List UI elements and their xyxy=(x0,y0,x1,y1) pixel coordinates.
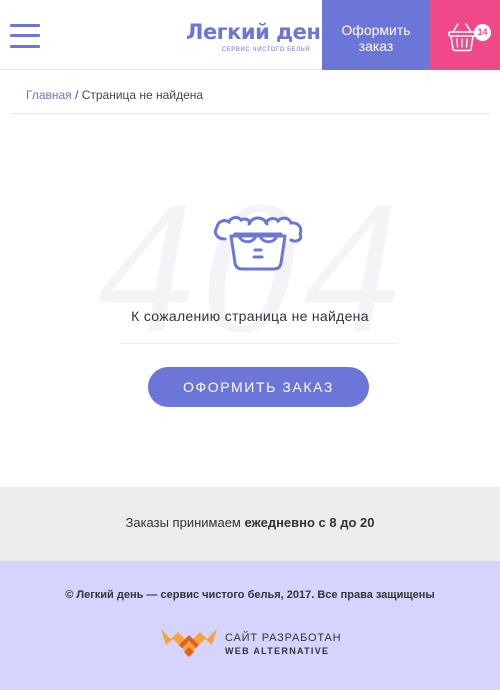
menu-bar xyxy=(10,34,40,37)
divider xyxy=(120,343,398,344)
order-button[interactable]: Оформить заказ xyxy=(322,0,430,70)
developer-credit-line2: WEB ALTERNATIVE xyxy=(225,646,330,656)
breadcrumb-home-link[interactable]: Главная xyxy=(26,88,72,102)
logo-title: Легкий день xyxy=(186,20,334,44)
developer-credit-line1: САЙТ РАЗРАБОТАН xyxy=(225,632,342,644)
developer-credit-link[interactable]: САЙТ РАЗРАБОТАН WEB ALTERNATIVE xyxy=(160,625,350,661)
error-message: К сожалению страница не найдена xyxy=(131,308,369,324)
cart-count-badge: 14 xyxy=(474,24,491,41)
web-alternative-logo-icon xyxy=(161,629,217,657)
menu-icon[interactable] xyxy=(10,24,40,48)
cart-button[interactable]: 14 xyxy=(430,0,500,70)
order-hours-bar: Заказы принимаем ежедневно с 8 до 20 xyxy=(0,487,500,561)
laundry-basin-icon xyxy=(213,216,303,271)
site-footer: © Легкий день — сервис чистого белья, 20… xyxy=(0,561,500,690)
basket-icon xyxy=(448,23,476,52)
breadcrumb-current: Страница не найдена xyxy=(81,88,204,102)
menu-bar xyxy=(10,24,40,27)
menu-bar xyxy=(10,45,40,48)
copyright-text: © Легкий день — сервис чистого белья, 20… xyxy=(65,589,435,601)
order-hours-prefix: Заказы принимаем xyxy=(125,515,245,530)
site-header: Легкий день сервис чистого белья Оформит… xyxy=(0,0,500,70)
site-logo[interactable]: Легкий день сервис чистого белья xyxy=(186,20,334,54)
order-cta-button[interactable]: Оформить заказ xyxy=(148,367,369,407)
order-button-label-2: заказ xyxy=(358,38,394,54)
divider xyxy=(10,113,490,114)
breadcrumb: Главная / Страница не найдена xyxy=(26,88,203,102)
order-button-label-1: Оформить xyxy=(341,22,411,38)
order-hours-value: ежедневно с 8 до 20 xyxy=(244,515,375,530)
logo-subtitle: сервис чистого белья xyxy=(221,47,310,53)
breadcrumb-separator: / xyxy=(71,88,82,102)
